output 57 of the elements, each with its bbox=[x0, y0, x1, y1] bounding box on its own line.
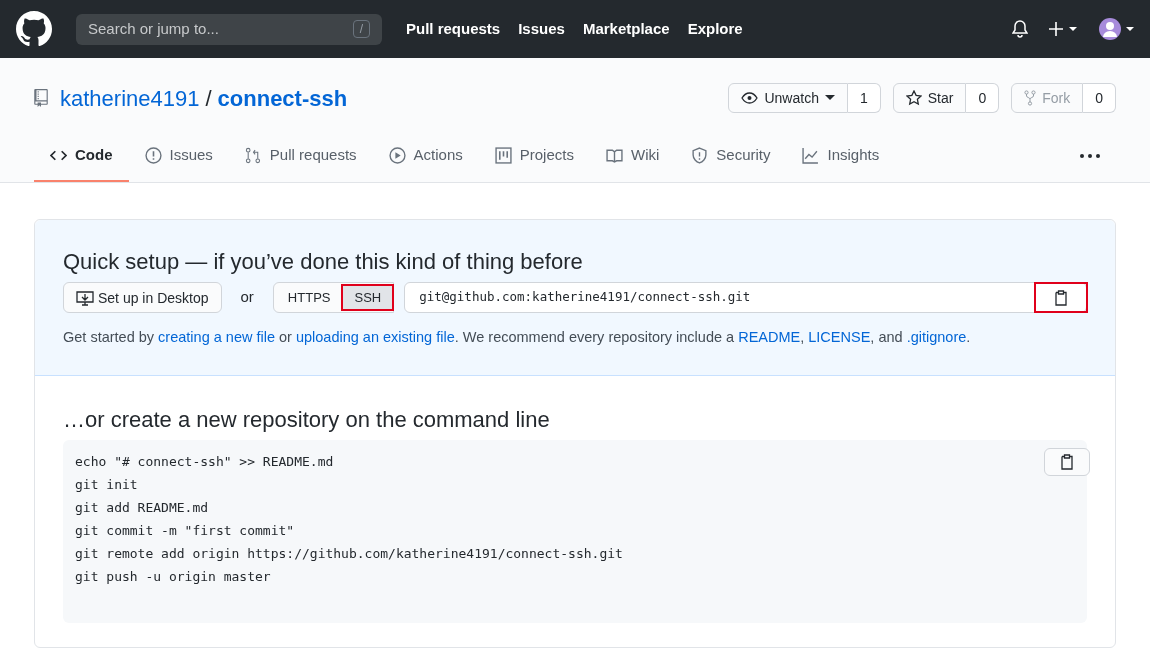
clone-url-field[interactable]: git@github.com:katherine4191/connect-ssh.git bbox=[404, 282, 1087, 313]
command-lines: echo "# connect-ssh" >> README.md git init git add README.md git commit -m "first commit" git remote add origin https://github.com/katherine4191/connect-ssh.git git push -u origin master bbox=[75, 452, 623, 586]
project-board-icon bbox=[494, 146, 512, 164]
command-line-heading: …or create a new repository on the command line bbox=[63, 405, 551, 434]
protocol-tab[interactable]: HTTPS bbox=[275, 285, 343, 310]
star-button[interactable]: Star bbox=[892, 83, 967, 113]
avatar-dropdown-icon[interactable] bbox=[1098, 17, 1134, 41]
repository-tab[interactable]: Wiki bbox=[589, 130, 676, 182]
repository-tab[interactable]: Insights bbox=[786, 130, 896, 182]
repository-tab[interactable]: Pull requests bbox=[228, 130, 373, 182]
clipboard-icon bbox=[1055, 289, 1067, 306]
pull-request-icon bbox=[244, 146, 262, 164]
caret-icon bbox=[824, 95, 835, 101]
repository-tab[interactable]: Actions bbox=[372, 130, 479, 182]
watch-button[interactable]: Unwatch bbox=[728, 83, 848, 113]
more-options-icon[interactable] bbox=[1080, 154, 1100, 158]
copy-url-button[interactable] bbox=[1036, 284, 1086, 311]
issue-icon bbox=[144, 146, 162, 164]
clone-url: git@github.com:katherine4191/connect-ssh.git bbox=[418, 288, 751, 307]
repository-tab[interactable]: Issues bbox=[128, 130, 229, 182]
or-label: or bbox=[240, 287, 254, 308]
repository-tab[interactable]: Code bbox=[34, 130, 129, 182]
link[interactable]: .gitignore bbox=[906, 329, 967, 345]
quick-setup-heading: Quick setup — if you’ve done this kind of thing before bbox=[63, 248, 584, 276]
getting-started-text: Get started by creating a new file or uploading an existing file. We recommend every repository include a README, LICENSE, and .gitignore. bbox=[63, 328, 972, 347]
nav-link[interactable]: Pull requests bbox=[406, 17, 501, 41]
graph-icon bbox=[802, 146, 820, 164]
play-icon bbox=[388, 146, 406, 164]
protocol-tab[interactable]: SSH bbox=[342, 285, 394, 310]
repository-icon bbox=[34, 89, 48, 107]
link[interactable]: uploading an existing file bbox=[295, 329, 455, 345]
copy-commands-button[interactable] bbox=[1044, 447, 1090, 476]
repository-name-link[interactable]: connect-ssh bbox=[217, 81, 348, 115]
repository-owner-link[interactable]: katherine4191 bbox=[60, 81, 200, 115]
shield-icon bbox=[691, 146, 709, 164]
path-separator: / bbox=[205, 84, 212, 113]
nav-link[interactable]: Marketplace bbox=[582, 17, 670, 41]
search-field[interactable]: Search or jump to... / bbox=[76, 13, 382, 45]
desktop-download-icon bbox=[76, 289, 94, 306]
repository-tab[interactable]: Security bbox=[675, 130, 787, 182]
set-up-in-desktop-button[interactable]: Set up in Desktop bbox=[63, 282, 222, 313]
eye-icon bbox=[741, 92, 759, 104]
fork-icon bbox=[1024, 90, 1037, 106]
clipboard-icon bbox=[1061, 453, 1073, 470]
count-link[interactable]: 0 bbox=[966, 83, 1000, 113]
nav-link[interactable]: Issues bbox=[518, 17, 565, 41]
nav-link[interactable]: Explore bbox=[687, 17, 743, 41]
octocat-logo-icon[interactable] bbox=[16, 11, 52, 47]
notification-bell-icon[interactable] bbox=[1012, 20, 1028, 38]
plus-dropdown-icon[interactable] bbox=[1048, 21, 1078, 37]
link[interactable]: creating a new file bbox=[158, 329, 275, 345]
search-placeholder: Search or jump to... bbox=[88, 18, 219, 39]
keyboard-shortcut-hint: / bbox=[352, 20, 370, 38]
star-icon bbox=[905, 90, 922, 106]
book-icon bbox=[605, 146, 623, 164]
count-link[interactable]: 1 bbox=[847, 83, 881, 113]
repository-tab[interactable]: Projects bbox=[478, 130, 590, 182]
